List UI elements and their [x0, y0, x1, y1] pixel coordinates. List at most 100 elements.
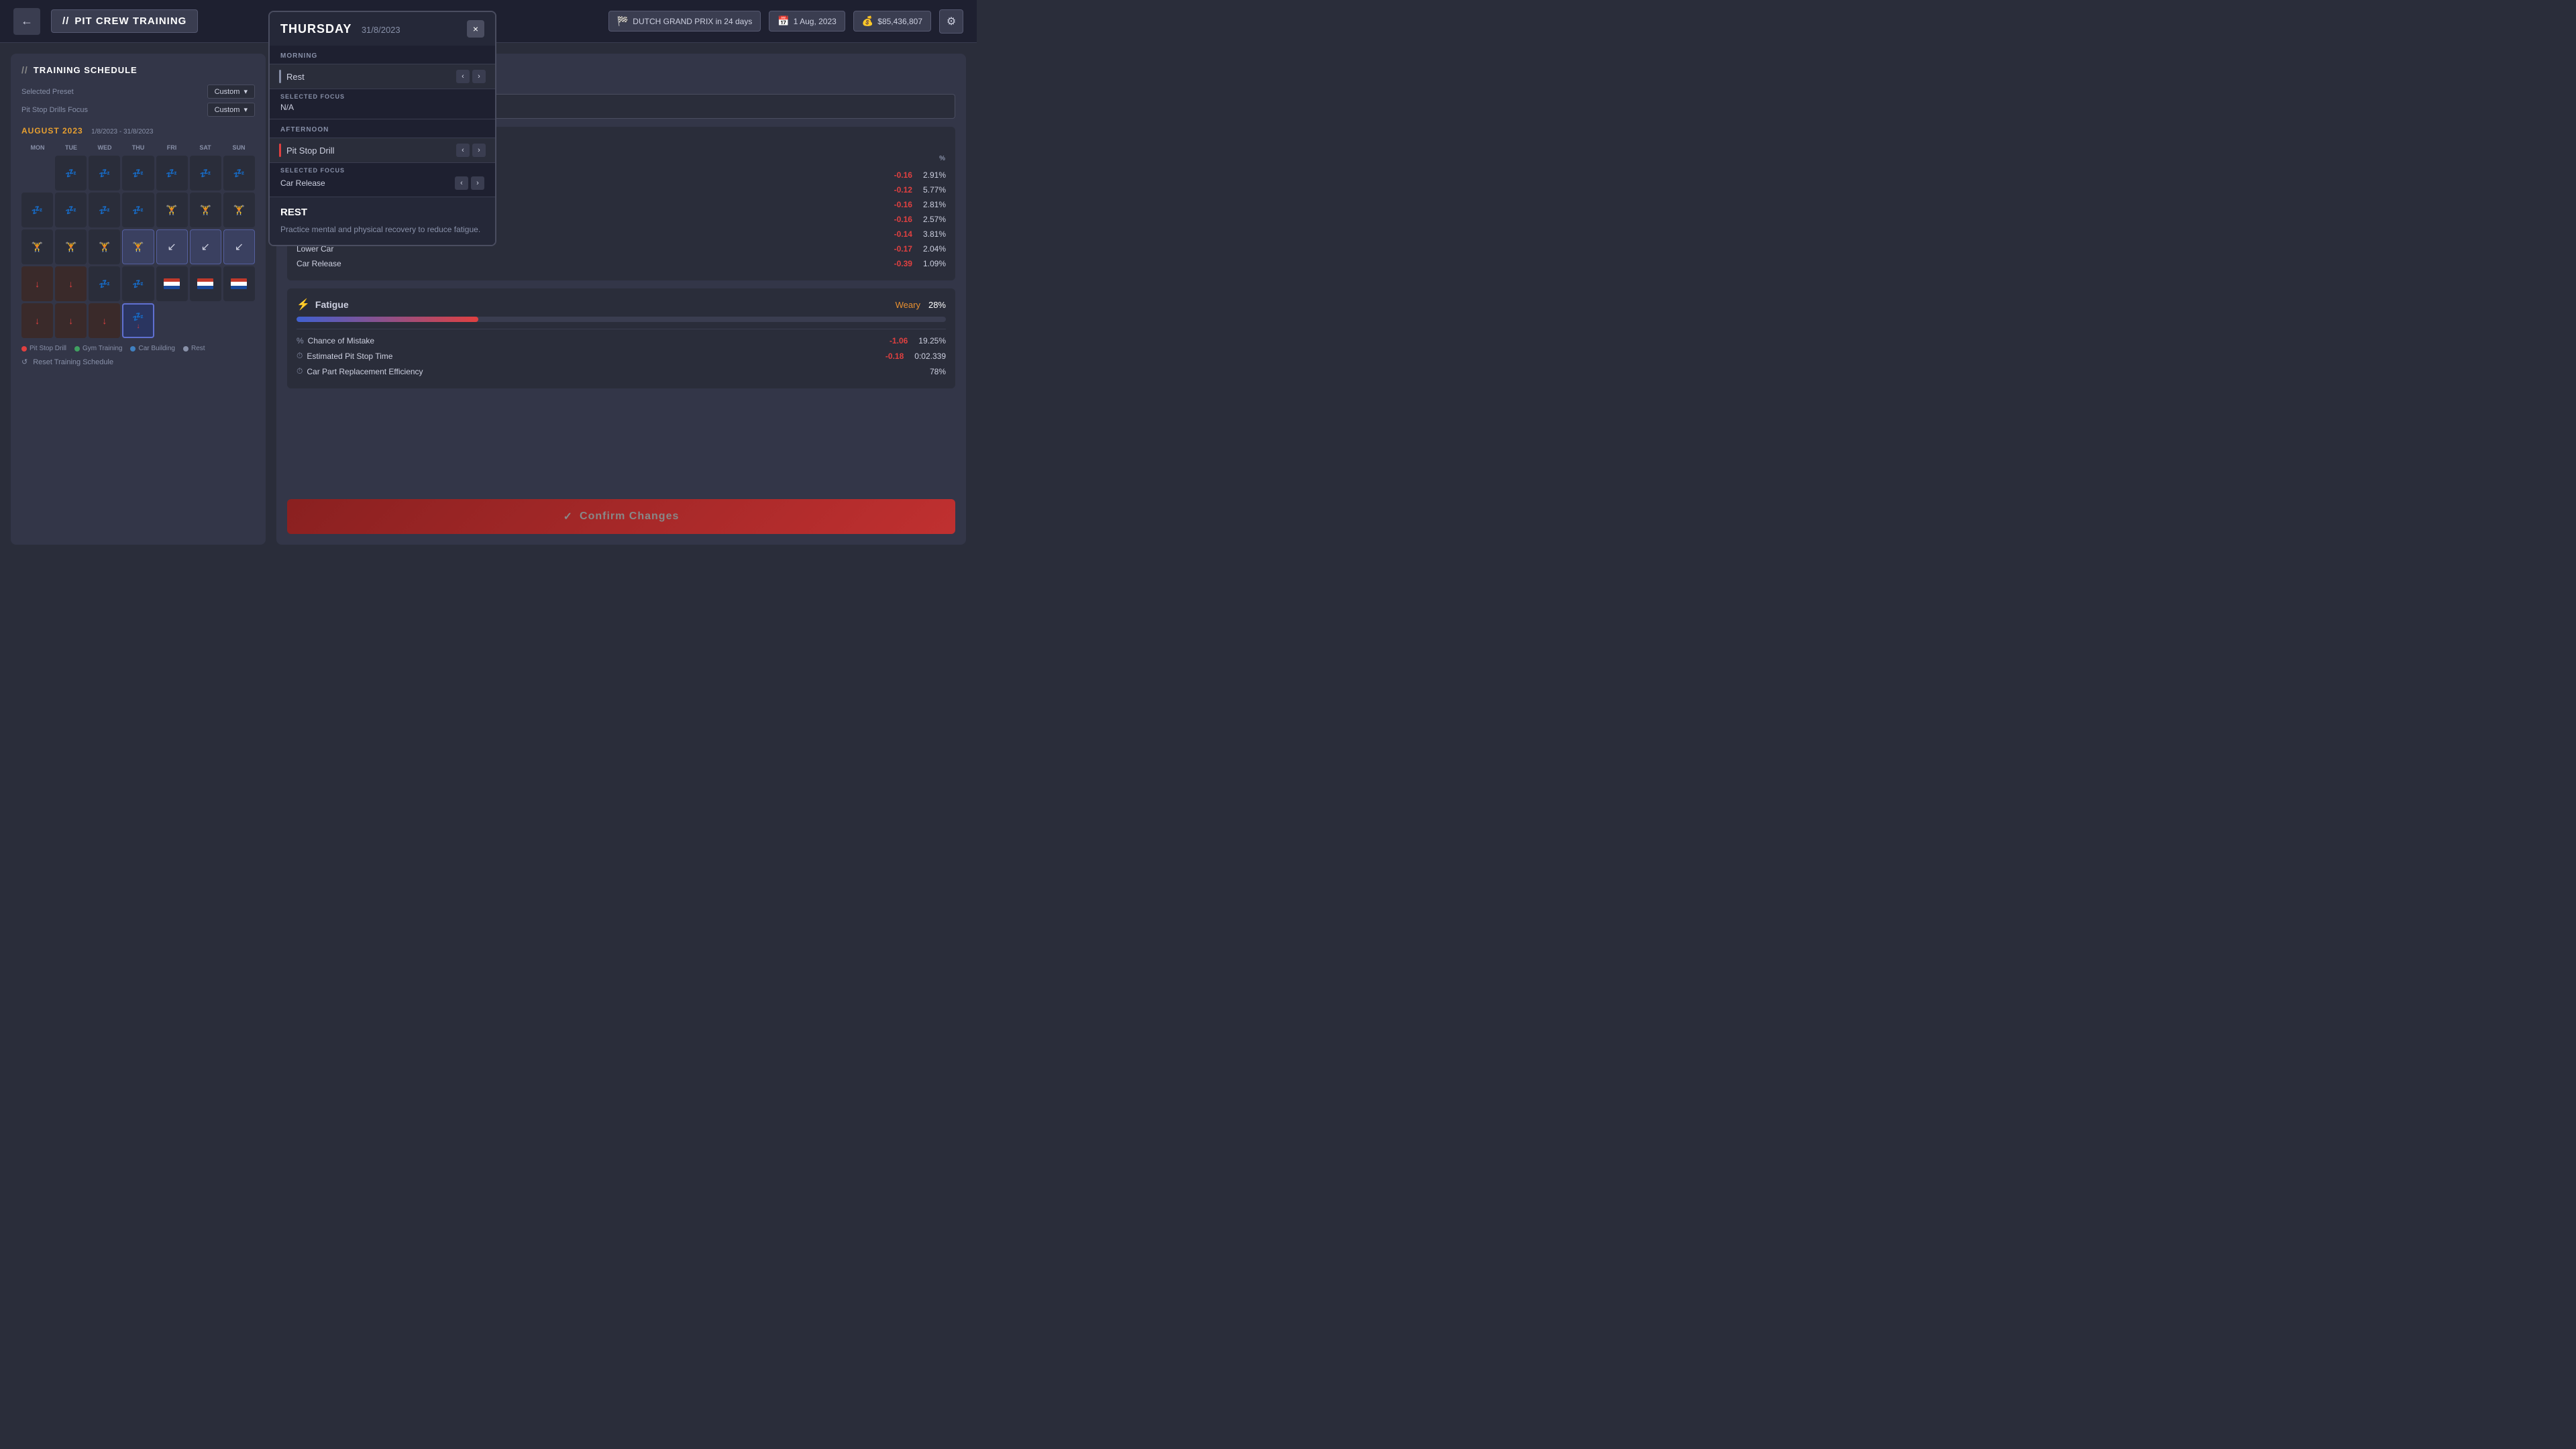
cal-cell[interactable]: 💤: [21, 193, 53, 227]
day-wed: WED: [89, 142, 121, 153]
settings-button[interactable]: ⚙: [939, 9, 963, 34]
cal-cell[interactable]: ↓: [21, 266, 53, 301]
panel-title: // TRAINING SCHEDULE: [21, 64, 255, 75]
cal-cell[interactable]: 🏋: [223, 193, 255, 227]
preset-dropdown[interactable]: Custom ▾: [207, 85, 255, 99]
stats-icon-3: ⏱: [297, 366, 303, 376]
cal-cell-empty: [156, 303, 188, 338]
legend-dot-rest: [183, 346, 189, 352]
focus-prev-button[interactable]: ‹: [455, 176, 468, 190]
morning-prev-button[interactable]: ‹: [456, 70, 470, 83]
calendar-header: AUGUST 2023 1/8/2023 - 31/8/2023: [21, 125, 255, 137]
cal-cell[interactable]: 💤: [89, 193, 120, 227]
date-badge: 📅 1 Aug, 2023: [769, 11, 845, 32]
cal-cell[interactable]: 🏋: [122, 229, 154, 264]
cal-cell[interactable]: [190, 266, 221, 301]
stats-icon-1: %: [297, 336, 304, 345]
cal-cell[interactable]: [156, 266, 188, 301]
afternoon-activity-select[interactable]: Pit Stop Drill ‹ ›: [270, 138, 495, 163]
cal-cell[interactable]: 💤: [89, 156, 120, 191]
cal-cell[interactable]: ↓: [55, 303, 87, 338]
stats-chance-of-mistake: % Chance of Mistake -1.06 19.25%: [297, 333, 946, 348]
stats-car-part-replacement: ⏱ Car Part Replacement Efficiency 78%: [297, 364, 946, 379]
cal-cell[interactable]: ↙: [223, 229, 255, 264]
cal-cell[interactable]: ↙: [190, 229, 221, 264]
calendar-grid: 💤 💤 💤 💤 💤 💤 💤 💤 💤 💤 🏋 🏋 🏋 🏋 🏋 🏋 🏋 ↙ ↙ ↙: [21, 156, 255, 338]
main-content: // TRAINING SCHEDULE Selected Preset Cus…: [0, 43, 977, 555]
fatigue-bar: [297, 317, 946, 322]
cal-cell[interactable]: 💤: [122, 193, 154, 227]
stats-pit-stop-time: ⏱ Estimated Pit Stop Time -0.18 0:02.339: [297, 348, 946, 364]
selected-preset-row: Selected Preset Custom ▾: [21, 85, 255, 99]
morning-next-button[interactable]: ›: [472, 70, 486, 83]
legend-dot-gym: [74, 346, 80, 352]
cal-cell[interactable]: 🏋: [190, 193, 221, 227]
cal-cell[interactable]: ↓: [21, 303, 53, 338]
cal-cell[interactable]: 🏋: [55, 229, 87, 264]
morning-focus-value: N/A: [280, 103, 484, 112]
afternoon-prev-button[interactable]: ‹: [456, 144, 470, 157]
back-button[interactable]: ←: [13, 8, 40, 35]
focus-next-button[interactable]: ›: [471, 176, 484, 190]
day-mon: MON: [21, 142, 54, 153]
afternoon-focus-value: Car Release ‹ ›: [280, 176, 484, 190]
cal-cell[interactable]: 💤: [55, 193, 87, 227]
stats-icon-2: ⏱: [297, 351, 303, 361]
afternoon-next-button[interactable]: ›: [472, 144, 486, 157]
confirm-changes-button[interactable]: ✓ Confirm Changes: [287, 499, 955, 534]
focus-dropdown[interactable]: Custom ▾: [207, 103, 255, 117]
afternoon-nav[interactable]: ‹ ›: [456, 144, 486, 157]
flag-icon: 🏁: [617, 15, 629, 27]
day-sat: SAT: [189, 142, 221, 153]
afternoon-label: AFTERNOON: [270, 119, 495, 138]
cal-cell[interactable]: [223, 266, 255, 301]
legend: Pit Stop Drill Gym Training Car Building…: [21, 345, 255, 352]
percentage-icon: %: [939, 155, 946, 162]
day-thu: THU: [122, 142, 154, 153]
cal-cell[interactable]: ↓: [55, 266, 87, 301]
activity-bar: [279, 70, 281, 83]
reset-button[interactable]: ↺ Reset Training Schedule: [21, 358, 255, 366]
title-icon: //: [62, 15, 69, 27]
fatigue-icon: ⚡: [297, 298, 310, 311]
focus-row: Pit Stop Drills Focus Custom ▾: [21, 103, 255, 117]
fatigue-row: ⚡ Fatigue Weary 28%: [297, 298, 946, 311]
fatigue-bar-fill: [297, 317, 478, 322]
morning-nav[interactable]: ‹ ›: [456, 70, 486, 83]
calendar-icon: 📅: [777, 15, 789, 27]
topbar-info: 🏁 DUTCH GRAND PRIX in 24 days 📅 1 Aug, 2…: [608, 9, 963, 34]
morning-activity-select[interactable]: Rest ‹ ›: [270, 64, 495, 89]
money-icon: 💰: [862, 15, 873, 27]
rest-info: REST Practice mental and physical recove…: [270, 197, 495, 245]
cal-cell[interactable]: 💤: [55, 156, 87, 191]
reset-icon: ↺: [21, 358, 28, 366]
cal-cell-empty: [190, 303, 221, 338]
cal-cell[interactable]: 💤: [122, 266, 154, 301]
day-sun: SUN: [223, 142, 255, 153]
cal-cell[interactable]: 💤: [190, 156, 221, 191]
cal-cell[interactable]: ↓: [89, 303, 120, 338]
cal-cell[interactable]: 💤: [156, 156, 188, 191]
legend-dot-pit: [21, 346, 27, 352]
afternoon-focus-section: SELECTED FOCUS Car Release ‹ ›: [270, 163, 495, 197]
cal-cell[interactable]: 🏋: [21, 229, 53, 264]
morning-label: MORNING: [270, 46, 495, 64]
cal-cell[interactable]: 💤: [89, 266, 120, 301]
focus-nav[interactable]: ‹ ›: [455, 176, 484, 190]
budget-badge: 💰 $85,436,807: [853, 11, 931, 32]
legend-car: Car Building: [130, 345, 174, 352]
legend-rest: Rest: [183, 345, 205, 352]
cal-cell[interactable]: 🏋: [156, 193, 188, 227]
cal-cell-selected[interactable]: 💤 ↓: [122, 303, 154, 338]
training-schedule-panel: // TRAINING SCHEDULE Selected Preset Cus…: [11, 54, 266, 545]
cal-cell[interactable]: 💤: [122, 156, 154, 191]
confirm-icon: ✓: [564, 510, 573, 523]
cal-cell[interactable]: 🏋: [89, 229, 120, 264]
cal-cell[interactable]: ↙: [156, 229, 188, 264]
modal-close-button[interactable]: ×: [467, 20, 484, 38]
modal-container: THURSDAY 31/8/2023 × MORNING Rest ‹ › SE…: [268, 11, 496, 246]
morning-activity-text: Rest: [279, 70, 305, 83]
cal-cell[interactable]: 💤: [223, 156, 255, 191]
afternoon-activity-text: Pit Stop Drill: [279, 144, 335, 157]
morning-focus-section: SELECTED FOCUS N/A: [270, 89, 495, 119]
